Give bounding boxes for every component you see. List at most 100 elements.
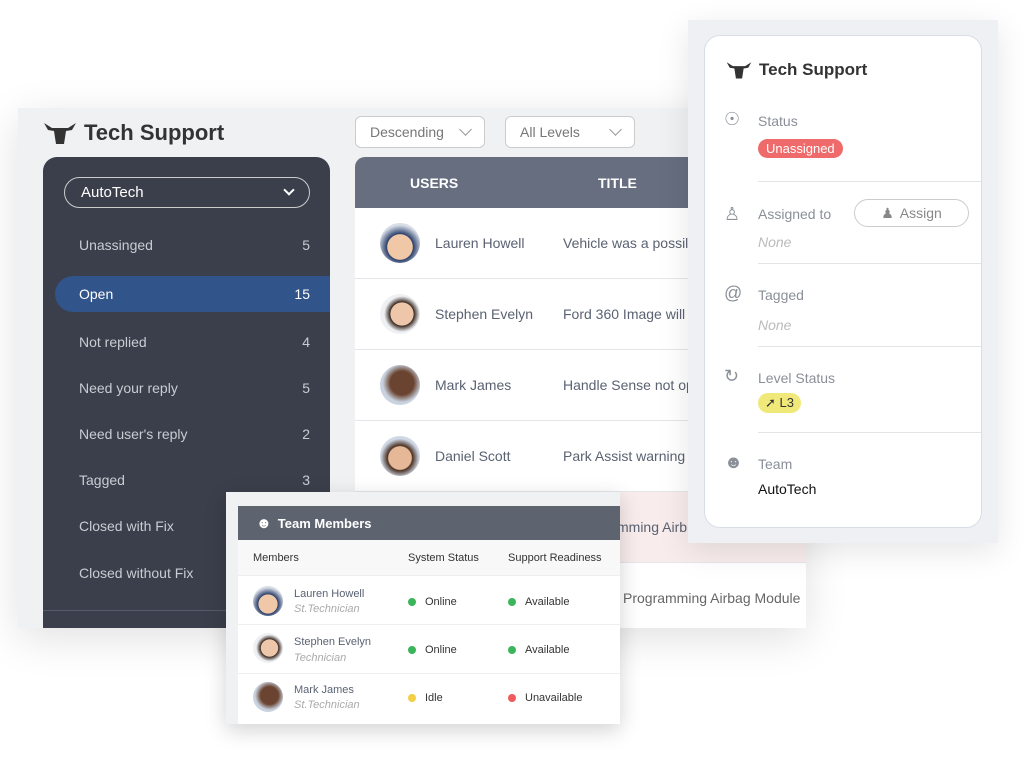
sidebar-item-not-replied[interactable]: Not replied 4: [55, 324, 330, 360]
sidebar-item-need-users-reply[interactable]: Need user's reply 2: [55, 416, 330, 452]
avatar: [380, 294, 420, 334]
sort-dropdown[interactable]: Descending: [355, 116, 485, 148]
team-members-panel: ☻ Team Members Members System Status Supp…: [226, 492, 620, 724]
assigned-label: Assigned to: [758, 206, 832, 222]
level-value: All Levels: [520, 124, 580, 140]
member-role: St.Technician: [294, 603, 360, 615]
member-name: Lauren Howell: [294, 588, 365, 600]
readiness: Available: [525, 596, 570, 608]
level-badge: ➚ L3: [758, 393, 801, 413]
item-count: 15: [294, 286, 310, 302]
ticket-detail-panel: Tech Support ☉ Status Unassigned ♙ Assig…: [688, 20, 998, 543]
user-check-icon: ♟: [881, 204, 894, 221]
user-name: Mark James: [435, 377, 512, 393]
col-system-status: System Status: [408, 552, 479, 564]
level-label: Level Status: [758, 370, 836, 386]
readiness: Available: [525, 644, 570, 656]
team-icon: ☻: [724, 452, 743, 472]
tagged-value: None: [758, 317, 792, 333]
app-logo: Tech Support: [42, 120, 224, 146]
level-dropdown[interactable]: All Levels: [505, 116, 635, 148]
status-dot: [408, 646, 416, 654]
wrench-fist-icon: [726, 62, 752, 79]
divider: [758, 181, 981, 182]
avatar: [253, 633, 283, 663]
detail-logo: Tech Support: [725, 60, 867, 80]
status-label: Status: [758, 113, 798, 129]
status-badge: Unassigned: [758, 139, 843, 158]
chevron-down-icon: [283, 184, 295, 196]
user-name: Lauren Howell: [435, 235, 525, 251]
system-status: Online: [425, 644, 457, 656]
readiness: Unavailable: [525, 692, 583, 704]
ticket-title: Programming Airbag Module: [623, 590, 801, 606]
ticket-title: Handle Sense not op: [563, 377, 694, 393]
member-name: Stephen Evelyn: [294, 636, 372, 648]
item-label: Need user's reply: [79, 426, 188, 442]
col-title: TITLE: [598, 175, 637, 191]
team-select[interactable]: AutoTech: [64, 177, 310, 208]
item-label: Not replied: [79, 334, 147, 350]
avatar: [253, 586, 283, 616]
user-name: Daniel Scott: [435, 448, 511, 464]
assign-label: Assign: [899, 205, 942, 221]
item-count: 2: [302, 426, 310, 442]
team-members-header: ☻ Team Members: [238, 506, 620, 540]
team-select-value: AutoTech: [81, 184, 144, 201]
status-dot: [408, 598, 416, 606]
item-count: 3: [302, 472, 310, 488]
member-row[interactable]: Stephen Evelyn Technician Online Availab…: [238, 625, 620, 674]
ticket-title: Park Assist warning: [563, 448, 686, 464]
readiness-dot: [508, 646, 516, 654]
item-count: 5: [302, 237, 310, 253]
status-dot: [408, 694, 416, 702]
readiness-dot: [508, 694, 516, 702]
ticket-title: Vehicle was a possil: [563, 235, 689, 251]
col-users: USERS: [410, 175, 459, 191]
level-up-icon: ➚: [765, 395, 780, 410]
team-icon: ☻: [256, 514, 272, 532]
column-headers: Members System Status Support Readiness: [238, 540, 620, 576]
divider: [758, 346, 981, 347]
sort-value: Descending: [370, 124, 444, 140]
system-status: Idle: [425, 692, 443, 704]
assign-button[interactable]: ♟ Assign: [854, 199, 969, 227]
member-role: Technician: [294, 652, 347, 664]
sidebar-item-unassigned[interactable]: Unassinged 5: [55, 227, 330, 263]
panel-title: Team Members: [277, 515, 372, 531]
item-label: Open: [79, 286, 114, 302]
team-label: Team: [758, 456, 793, 472]
avatar: [380, 365, 420, 405]
team-value: AutoTech: [758, 481, 817, 497]
item-label: Need your reply: [79, 380, 178, 396]
member-role: St.Technician: [294, 699, 360, 711]
item-label: Unassinged: [79, 237, 153, 253]
sidebar-item-need-your-reply[interactable]: Need your reply 5: [55, 370, 330, 406]
sidebar-item-open[interactable]: Open 15: [55, 276, 330, 312]
app-title: Tech Support: [84, 120, 225, 145]
member-row[interactable]: Lauren Howell St.Technician Online Avail…: [238, 576, 620, 625]
system-status: Online: [425, 596, 457, 608]
readiness-dot: [508, 598, 516, 606]
item-label: Closed with Fix: [79, 518, 174, 534]
item-count: 5: [302, 380, 310, 396]
divider: [758, 263, 981, 264]
chevron-down-icon: [459, 123, 472, 136]
item-count: 4: [302, 334, 310, 350]
level-value: L3: [779, 395, 794, 410]
avatar: [380, 223, 420, 263]
worker-icon: ♙: [724, 204, 741, 224]
col-members: Members: [253, 552, 299, 564]
detail-title: Tech Support: [759, 60, 868, 79]
member-row[interactable]: Mark James St.Technician Idle Unavailabl…: [238, 674, 620, 723]
avatar: [253, 682, 283, 712]
at-icon: @: [724, 283, 743, 303]
item-label: Tagged: [79, 472, 125, 488]
user-name: Stephen Evelyn: [435, 306, 534, 322]
item-label: Closed without Fix: [79, 565, 194, 581]
chevron-down-icon: [609, 123, 622, 136]
ticket-title: Ford 360 Image will: [563, 306, 686, 322]
tagged-label: Tagged: [758, 287, 804, 303]
col-support-readiness: Support Readiness: [508, 552, 602, 564]
level-switch-icon: ↻: [724, 366, 740, 386]
